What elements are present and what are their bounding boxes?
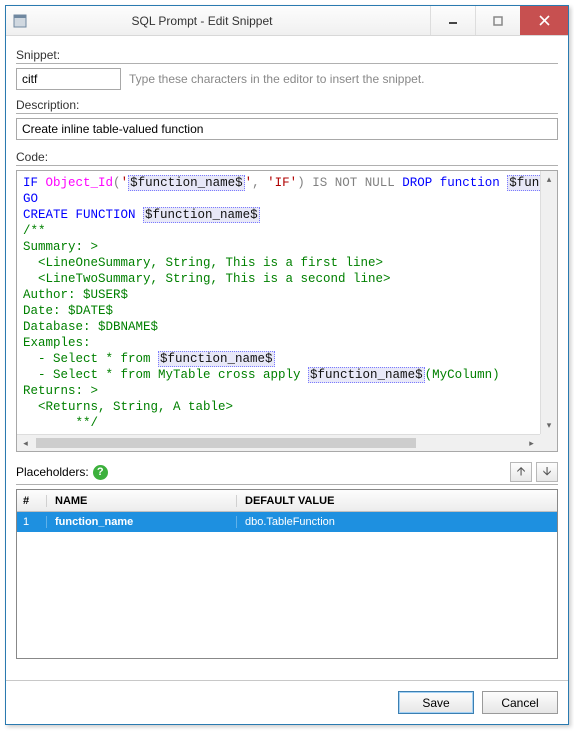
placeholders-grid[interactable]: # NAME DEFAULT VALUE 1 function_name dbo…	[16, 489, 558, 659]
quote: '	[245, 176, 253, 190]
snippet-row: Type these characters in the editor to i…	[16, 68, 558, 90]
content-area: Snippet: Type these characters in the ed…	[6, 36, 568, 680]
scroll-track[interactable]	[541, 188, 557, 417]
col-header-num[interactable]: #	[17, 495, 47, 507]
dialog-window: SQL Prompt - Edit Snippet Snippet: Type …	[5, 5, 569, 725]
cell-default: dbo.TableFunction	[237, 516, 557, 528]
quote: '	[267, 176, 275, 190]
comment: - Select * from	[23, 352, 158, 366]
comment: Database: $DBNAME$	[23, 320, 158, 334]
grid-body: 1 function_name dbo.TableFunction	[17, 512, 557, 658]
grid-header: # NAME DEFAULT VALUE	[17, 490, 557, 512]
scroll-thumb[interactable]	[36, 438, 416, 448]
literal-if: IF	[275, 176, 290, 190]
kw-go: GO	[23, 192, 38, 206]
scroll-corner	[540, 434, 557, 451]
vertical-scrollbar[interactable]: ▴ ▾	[540, 171, 557, 434]
comment: <Returns, String, A table>	[23, 400, 233, 414]
fn-objectid: Object_Id	[46, 176, 114, 190]
close-button[interactable]	[520, 6, 568, 35]
horizontal-scrollbar[interactable]: ◂ ▸	[17, 434, 540, 451]
comment: <LineOneSummary, String, This is a first…	[23, 256, 383, 270]
help-icon[interactable]: ?	[93, 465, 108, 480]
comment: Date: $DATE$	[23, 304, 113, 318]
space	[136, 208, 144, 222]
comment: <LineTwoSummary, String, This is a secon…	[23, 272, 391, 286]
move-up-button[interactable]: 🡩	[510, 462, 532, 482]
description-input[interactable]	[16, 118, 558, 140]
comment: **/	[23, 416, 98, 430]
description-label: Description:	[16, 98, 558, 114]
kw-create-function: CREATE FUNCTION	[23, 208, 136, 222]
code-body[interactable]: IF Object_Id('$function_name$', 'IF') IS…	[17, 171, 557, 434]
col-header-default[interactable]: DEFAULT VALUE	[237, 495, 557, 507]
window-controls	[430, 6, 568, 35]
titlebar[interactable]: SQL Prompt - Edit Snippet	[6, 6, 568, 36]
paren: (	[113, 176, 121, 190]
comma: ,	[252, 176, 267, 190]
code-label: Code:	[16, 150, 558, 166]
comment: Author: $USER$	[23, 288, 128, 302]
window-title: SQL Prompt - Edit Snippet	[0, 14, 430, 28]
paren: )	[297, 176, 305, 190]
scroll-down-icon[interactable]: ▾	[541, 417, 557, 434]
kw-if: IF	[23, 176, 38, 190]
cancel-button[interactable]: Cancel	[482, 691, 558, 714]
placeholder-function-name[interactable]: $function_name$	[128, 175, 245, 191]
scroll-right-icon[interactable]: ▸	[523, 438, 540, 449]
kw-function: function	[432, 176, 507, 190]
snippet-label: Snippet:	[16, 48, 558, 64]
minimize-button[interactable]	[430, 6, 475, 35]
placeholders-header: Placeholders: ? 🡩 🡫	[16, 462, 558, 485]
kw-isnotnull: IS NOT NULL	[305, 176, 403, 190]
code-editor[interactable]: IF Object_Id('$function_name$', 'IF') IS…	[16, 170, 558, 452]
maximize-button[interactable]	[475, 6, 520, 35]
placeholder-function-name[interactable]: $function_name$	[308, 367, 425, 383]
placeholder-order-buttons: 🡩 🡫	[510, 462, 558, 482]
snippet-input[interactable]	[16, 68, 121, 90]
move-down-button[interactable]: 🡫	[536, 462, 558, 482]
scroll-left-icon[interactable]: ◂	[17, 438, 34, 449]
comment: /**	[23, 224, 46, 238]
cell-name: function_name	[47, 516, 237, 528]
table-row[interactable]: 1 function_name dbo.TableFunction	[17, 512, 557, 532]
comment: Examples:	[23, 336, 91, 350]
scroll-up-icon[interactable]: ▴	[541, 171, 557, 188]
comment: Summary: >	[23, 240, 98, 254]
kw-drop: DROP	[402, 176, 432, 190]
comment: Returns: >	[23, 384, 98, 398]
col-header-name[interactable]: NAME	[47, 495, 237, 507]
quote: '	[121, 176, 129, 190]
comment: - Select * from MyTable cross apply	[23, 368, 308, 382]
placeholders-label: Placeholders:	[16, 465, 89, 479]
cell-num: 1	[17, 516, 47, 528]
comment: (MyColumn)	[425, 368, 500, 382]
snippet-hint: Type these characters in the editor to i…	[129, 72, 558, 86]
dialog-footer: Save Cancel	[6, 680, 568, 724]
placeholder-function-name[interactable]: $function_name$	[158, 351, 275, 367]
placeholder-function-name[interactable]: $function_name$	[143, 207, 260, 223]
save-button[interactable]: Save	[398, 691, 474, 714]
